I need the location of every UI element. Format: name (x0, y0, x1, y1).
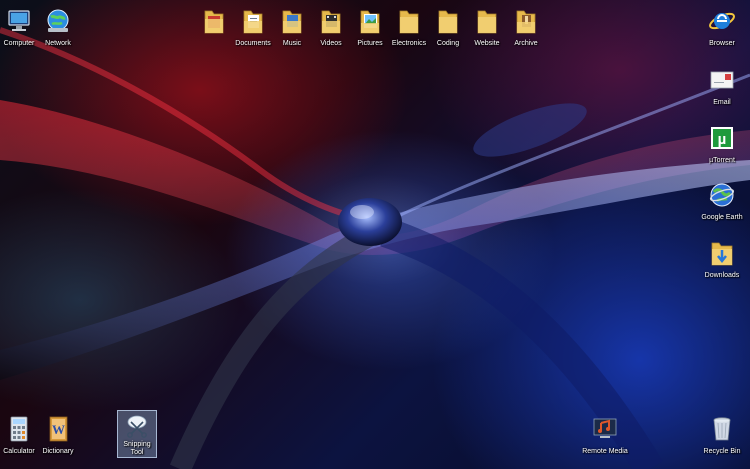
desktop-icon-label: Downloads (704, 272, 740, 279)
downloads-folder-icon (704, 237, 740, 269)
word-icon: W (40, 413, 76, 445)
desktop-icon-remote-media[interactable]: Remote Media (573, 411, 637, 469)
utorrent-icon: µ (704, 122, 740, 154)
network-globe-icon (40, 5, 76, 37)
desktop-icon-email[interactable]: Email (690, 62, 750, 128)
internet-explorer-icon (704, 5, 740, 37)
desktop-icon-label: Dictionary (42, 448, 74, 455)
svg-text:W: W (52, 422, 65, 437)
desktop-icon-label: Snipping Tool (123, 441, 151, 456)
desktop-icon-snipping-tool[interactable]: Snipping Tool (117, 410, 157, 458)
desktop-icon-label: Remote Media (582, 448, 628, 455)
desktop-folder-archive[interactable]: Archive (494, 3, 558, 69)
folder-archive-icon (508, 5, 544, 37)
desktop-icon-recycle-bin[interactable]: Recycle Bin (690, 411, 750, 469)
desktop-icon-label: Browser (709, 40, 735, 47)
desktop-icon-google-earth[interactable]: Google Earth (690, 177, 750, 243)
desktop-icon-label: µTorrent (709, 157, 735, 164)
svg-text:µ: µ (718, 131, 727, 148)
desktop-icon-label: Network (45, 40, 71, 47)
desktop-icon-browser[interactable]: Browser (690, 3, 750, 69)
desktop[interactable]: Computer Network Documents Music Videos … (0, 0, 750, 469)
desktop-icon-dictionary[interactable]: W Dictionary (26, 411, 90, 469)
desktop-icon-downloads[interactable]: Downloads (690, 235, 750, 301)
desktop-icon-label: Google Earth (701, 214, 743, 221)
recycle-bin-icon (704, 413, 740, 445)
wallpaper (0, 27, 750, 469)
email-icon (704, 64, 740, 96)
desktop-icon-label: Archive (514, 40, 538, 47)
desktop-icon-network[interactable]: Network (26, 3, 90, 69)
snipping-tool-icon (119, 413, 155, 438)
google-earth-icon (704, 179, 740, 211)
remote-media-icon (587, 413, 623, 445)
desktop-icon-label: Email (713, 99, 731, 106)
desktop-icon-label: Recycle Bin (703, 448, 741, 455)
